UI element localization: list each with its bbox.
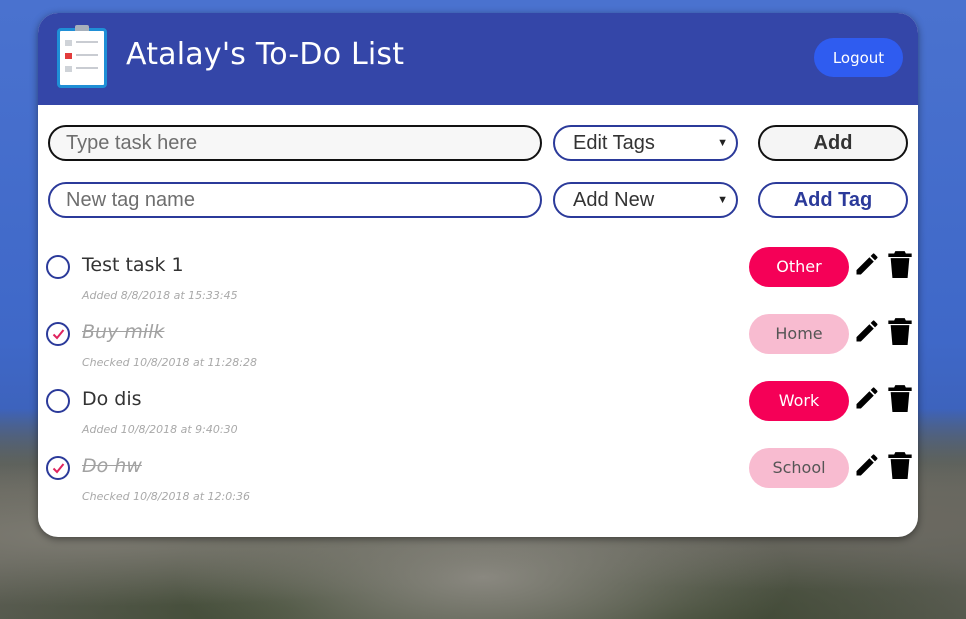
task-input[interactable] [48,125,542,161]
task-item: Buy milk Checked 10/8/2018 at 11:28:28 H… [46,314,912,382]
task-checkbox[interactable] [46,456,70,480]
trash-icon[interactable] [888,384,912,412]
clipboard-logo-icon [57,25,107,88]
task-item: Do dis Added 10/8/2018 at 9:40:30 Work [46,381,912,449]
dropdown-caret-icon: ▼ [717,194,728,206]
pencil-icon[interactable] [853,384,881,412]
tag-badge-other[interactable]: Other [749,247,849,287]
task-name: Test task 1 [82,254,184,276]
add-new-select-value: Add New [573,189,655,211]
add-tag-row: Add New ▼ Add Tag [48,182,908,218]
edit-tags-select-value: Edit Tags [573,132,655,154]
header: Atalay's To-Do List Logout [38,13,918,105]
task-item: Test task 1 Added 8/8/2018 at 15:33:45 O… [46,247,912,315]
tag-badge-home[interactable]: Home [749,314,849,354]
trash-icon[interactable] [888,451,912,479]
tag-badge-school[interactable]: School [749,448,849,488]
tag-badge-work[interactable]: Work [749,381,849,421]
todo-card: Atalay's To-Do List Logout Edit Tags ▼ A… [38,13,918,537]
task-checkbox[interactable] [46,389,70,413]
pencil-icon[interactable] [853,317,881,345]
add-tag-button[interactable]: Add Tag [758,182,908,218]
task-timestamp: Added 10/8/2018 at 9:40:30 [82,423,238,436]
task-name: Do dis [82,388,142,410]
dropdown-caret-icon: ▼ [717,137,728,149]
task-checkbox[interactable] [46,322,70,346]
task-name: Buy milk [82,321,165,343]
checkmark-icon [52,463,65,474]
task-name: Do hw [82,455,142,477]
new-tag-input[interactable] [48,182,542,218]
pencil-icon[interactable] [853,250,881,278]
trash-icon[interactable] [888,250,912,278]
checkmark-icon [52,329,65,340]
add-new-select[interactable]: Add New ▼ [553,182,738,218]
task-timestamp: Checked 10/8/2018 at 11:28:28 [82,356,257,369]
pencil-icon[interactable] [853,451,881,479]
task-checkbox[interactable] [46,255,70,279]
page-title: Atalay's To-Do List [126,37,405,72]
logout-button[interactable]: Logout [814,38,903,77]
edit-tags-select[interactable]: Edit Tags ▼ [553,125,738,161]
task-timestamp: Checked 10/8/2018 at 12:0:36 [82,490,250,503]
add-task-row: Edit Tags ▼ Add [48,125,908,161]
task-item: Do hw Checked 10/8/2018 at 12:0:36 Schoo… [46,448,912,516]
task-timestamp: Added 8/8/2018 at 15:33:45 [82,289,238,302]
trash-icon[interactable] [888,317,912,345]
add-button[interactable]: Add [758,125,908,161]
